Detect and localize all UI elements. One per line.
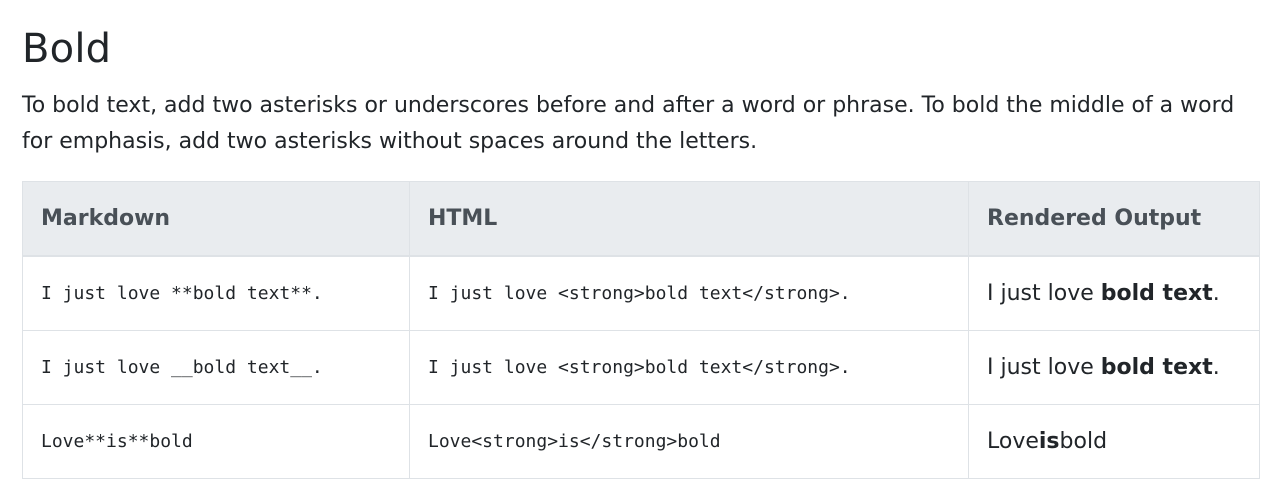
rendered-text: I just love (987, 355, 1101, 380)
table-row: I just love __bold text__. I just love <… (22, 330, 1260, 405)
markdown-cell: I just love **bold text**. (22, 255, 410, 331)
rendered-text: I just love (987, 281, 1101, 306)
rendered-text: Love (987, 429, 1039, 454)
bold-section: Bold To bold text, add two asterisks or … (22, 24, 1260, 479)
column-header-html: HTML (409, 181, 969, 257)
rendered-output-cell: Loveisbold (968, 404, 1260, 479)
rendered-text: . (1212, 355, 1220, 380)
rendered-output-cell: I just love bold text. (968, 255, 1260, 331)
rendered-output-cell: I just love bold text. (968, 330, 1260, 405)
column-header-rendered-output: Rendered Output (968, 181, 1260, 257)
table-row: Love**is**bold Love<strong>is</strong>bo… (22, 404, 1260, 479)
html-cell: I just love <strong>bold text</strong>. (409, 330, 969, 405)
markdown-cell: I just love __bold text__. (22, 330, 410, 405)
column-header-markdown: Markdown (22, 181, 410, 257)
bold-syntax-table: Markdown HTML Rendered Output I just lov… (22, 181, 1260, 479)
page-title: Bold (22, 26, 112, 72)
table-header-row: Markdown HTML Rendered Output (22, 181, 1260, 257)
table-row: I just love **bold text**. I just love <… (22, 255, 1260, 331)
rendered-text: bold (1059, 429, 1108, 454)
html-cell: Love<strong>is</strong>bold (409, 404, 969, 479)
html-cell: I just love <strong>bold text</strong>. (409, 255, 969, 331)
markdown-cell: Love**is**bold (22, 404, 410, 479)
rendered-text: . (1212, 281, 1220, 306)
intro-paragraph: To bold text, add two asterisks or under… (22, 93, 1235, 154)
rendered-bold-text: is (1038, 429, 1060, 454)
rendered-bold-text: bold text (1100, 355, 1213, 380)
rendered-bold-text: bold text (1100, 281, 1213, 306)
